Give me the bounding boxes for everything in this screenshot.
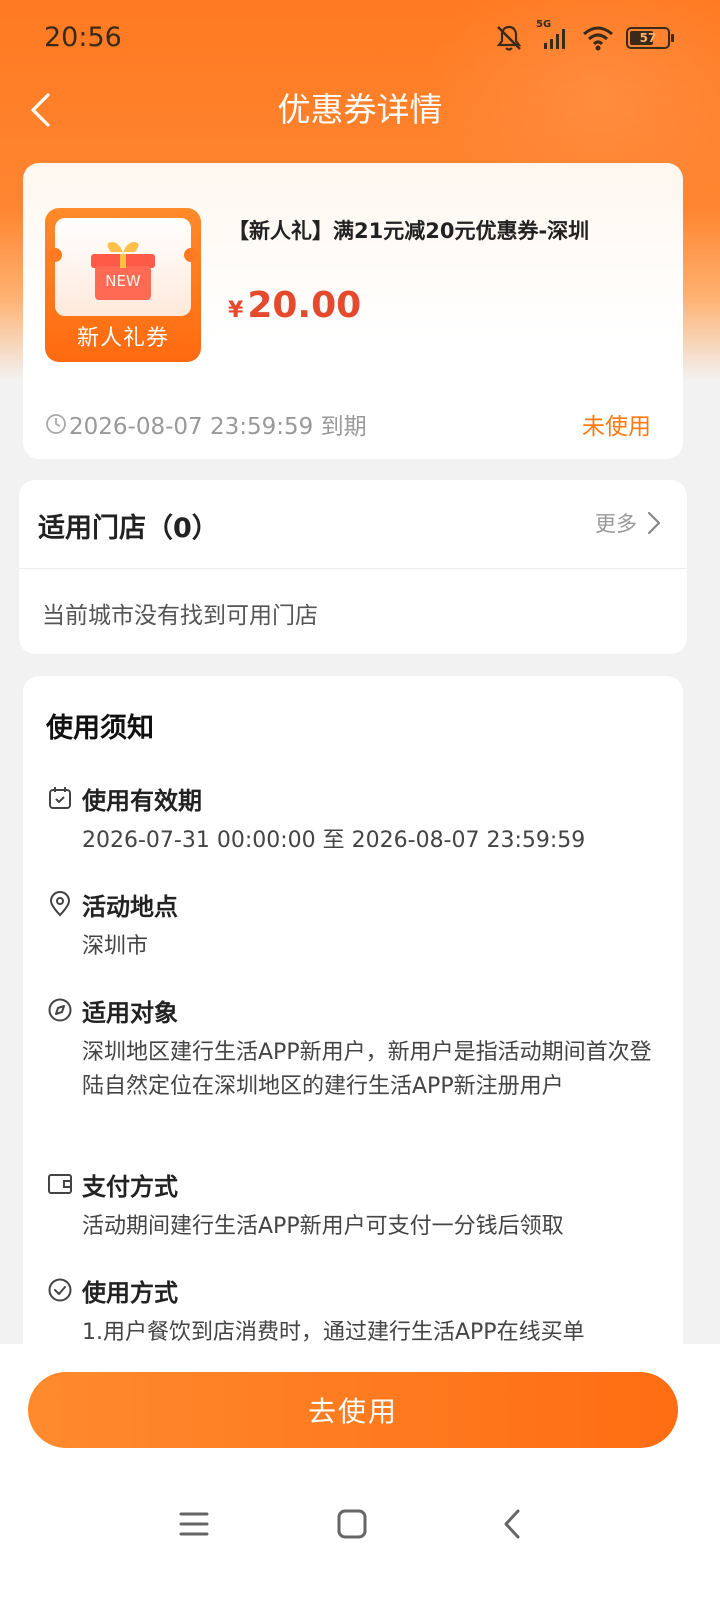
coupon-title: 【新人礼】满21元减20元优惠券-深圳 <box>228 219 590 243</box>
home-square-icon <box>337 1509 367 1539</box>
currency-symbol: ¥ <box>228 298 244 323</box>
check-circle-icon <box>46 1276 74 1304</box>
notice-section-audience: 适用对象 深圳地区建行生活APP新用户，新用户是指活动期间首次登陆自然定位在深圳… <box>46 992 666 1104</box>
calendar-icon <box>46 784 74 812</box>
chevron-left-icon <box>31 93 50 127</box>
section-label: 活动地点 <box>82 892 178 921</box>
stores-more-button[interactable]: 更多 <box>595 508 661 538</box>
notice-section-location: 活动地点 深圳市 <box>46 886 666 964</box>
section-label: 适用对象 <box>82 998 178 1027</box>
chevron-left-icon <box>504 1509 520 1539</box>
notice-title: 使用须知 <box>46 713 154 744</box>
status-bar: 20:56 5G 57 <box>0 0 720 78</box>
section-body: 深圳市 <box>82 934 149 959</box>
mute-bell-icon <box>494 23 524 53</box>
coupon-thumbnail: NEW 新人礼券 <box>45 208 201 362</box>
compass-icon <box>46 996 74 1024</box>
stores-title: 适用门店（0） <box>38 513 219 544</box>
page-title: 优惠券详情 <box>277 90 443 129</box>
stores-card: 适用门店（0） 更多 当前城市没有找到可用门店 <box>19 480 687 654</box>
system-back-button[interactable] <box>490 1502 534 1546</box>
stores-header: 适用门店（0） 更多 <box>19 480 687 569</box>
coupon-expiry: 2026-08-07 23:59:59 到期 <box>45 407 367 441</box>
home-button[interactable] <box>330 1502 374 1546</box>
clock-icon <box>46 414 66 434</box>
notice-card: 使用须知 使用有效期 2026-07-31 00:00:00 至 2026-08… <box>23 676 683 1376</box>
price-value: 20.00 <box>247 285 362 326</box>
coupon-status: 未使用 <box>582 414 651 440</box>
menu-icon <box>179 1512 209 1536</box>
expiry-text: 2026-08-07 23:59:59 到期 <box>69 414 367 440</box>
use-coupon-button[interactable]: 去使用 <box>28 1372 678 1448</box>
section-label: 使用方式 <box>82 1278 178 1307</box>
back-button[interactable] <box>20 86 60 134</box>
section-label: 支付方式 <box>82 1172 178 1201</box>
section-body: 深圳地区建行生活APP新用户，新用户是指活动期间首次登陆自然定位在深圳地区的建行… <box>82 1040 652 1099</box>
wallet-icon <box>46 1170 74 1198</box>
section-body: 活动期间建行生活APP新用户可支付一分钱后领取 <box>82 1214 564 1239</box>
more-label: 更多 <box>595 512 637 536</box>
coupon-price: ¥ 20.00 <box>228 285 361 326</box>
network-type-label: 5G <box>536 19 552 30</box>
notice-section-payment: 支付方式 活动期间建行生活APP新用户可支付一分钱后领取 <box>46 1166 666 1244</box>
chevron-right-icon <box>647 511 661 535</box>
notice-section-usage: 使用方式 1.用户餐饮到店消费时，通过建行生活APP在线买单 <box>46 1272 666 1350</box>
thumbnail-label: 新人礼券 <box>76 326 169 351</box>
section-body: 2026-07-31 00:00:00 至 2026-08-07 23:59:5… <box>82 828 586 853</box>
nav-bar: 优惠券详情 <box>0 80 720 140</box>
menu-button[interactable] <box>172 1502 216 1546</box>
ticket-notch-right <box>184 248 198 262</box>
status-time: 20:56 <box>44 22 122 53</box>
system-nav-bar <box>0 1490 720 1554</box>
wifi-icon <box>582 24 614 52</box>
coupon-card: NEW 新人礼券 【新人礼】满21元减20元优惠券-深圳 ¥ 20.00 202… <box>23 163 683 459</box>
ticket-notch-left <box>48 248 62 262</box>
location-pin-icon <box>46 890 74 918</box>
bottom-bar: 去使用 <box>0 1344 720 1600</box>
status-icons: 5G 57 <box>494 19 674 56</box>
battery-icon: 57 <box>626 27 674 49</box>
stores-empty-text: 当前城市没有找到可用门店 <box>42 603 318 629</box>
notice-section-validity: 使用有效期 2026-07-31 00:00:00 至 2026-08-07 2… <box>46 780 666 858</box>
battery-percent: 57 <box>639 31 657 45</box>
gift-box-icon: NEW <box>89 240 157 302</box>
signal-5g-icon: 5G <box>536 19 570 53</box>
section-label: 使用有效期 <box>82 786 202 815</box>
gift-new-badge: NEW <box>105 272 141 290</box>
